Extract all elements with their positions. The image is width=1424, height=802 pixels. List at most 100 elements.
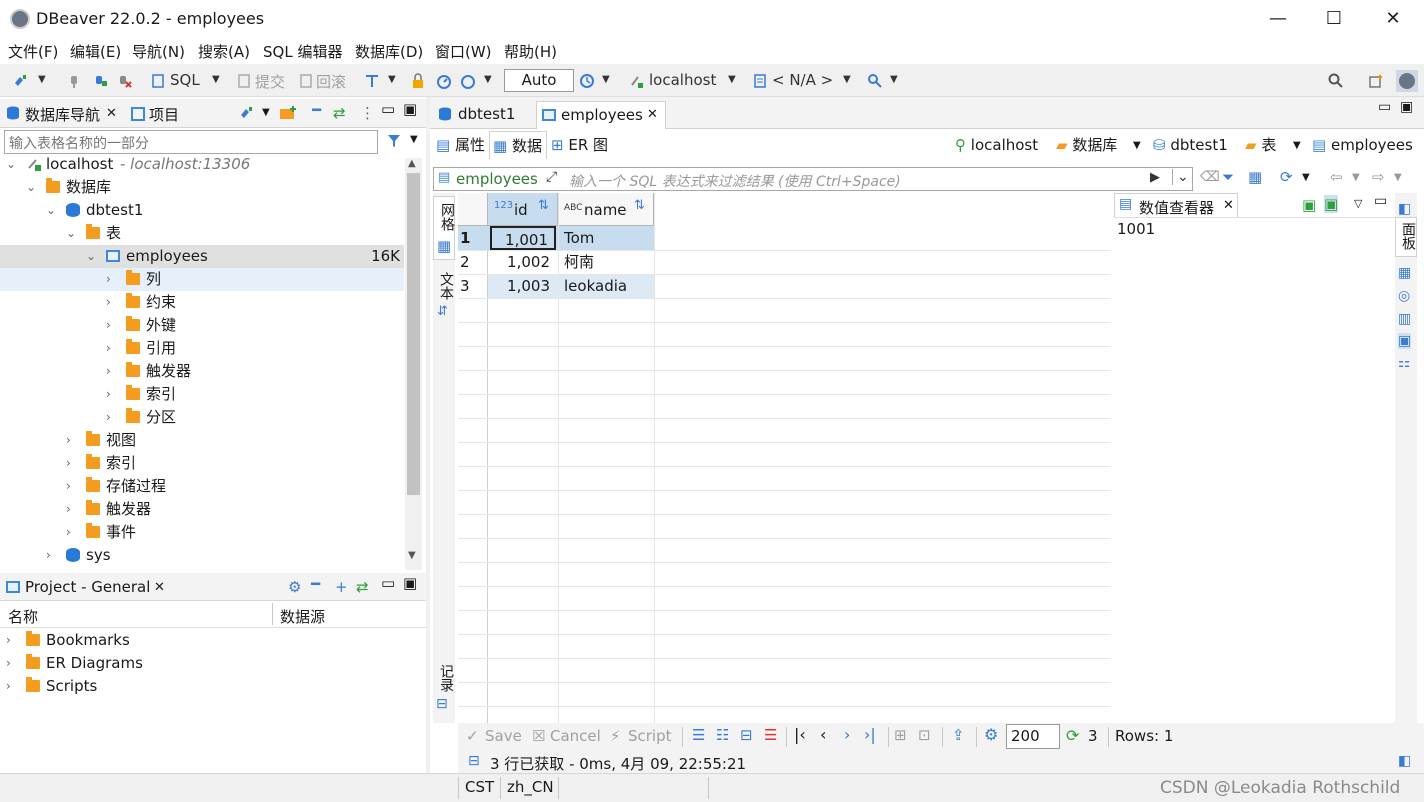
last-page-icon[interactable]: ›| [864, 725, 876, 744]
chevron-right-icon[interactable]: › [106, 383, 120, 406]
grid-panel-icon[interactable]: ▦ [1398, 265, 1411, 281]
tree-node-procedures[interactable]: › 存储过程 [66, 475, 404, 498]
expand-icon[interactable]: + [335, 578, 348, 596]
breadcrumb-tables[interactable]: ▰ 表 [1245, 131, 1276, 159]
sql-editor-icon[interactable] [150, 73, 166, 89]
table-filter-input[interactable]: 输入表格名称的一部分 [4, 130, 378, 154]
subtab-er-diagram[interactable]: ⊞ ER 图 [551, 131, 608, 159]
refresh-mode-icon[interactable]: ⟳ [1280, 168, 1293, 186]
chevron-right-icon[interactable]: › [66, 521, 80, 544]
cell-id[interactable]: 1,001 [490, 226, 556, 250]
new-folder-icon[interactable] [279, 105, 297, 121]
chevron-right-icon[interactable]: › [66, 429, 80, 452]
chevron-down-icon[interactable]: ▼ [1302, 172, 1310, 183]
close-icon[interactable]: ✕ [154, 580, 165, 595]
connect-icon[interactable] [92, 73, 108, 89]
plug-icon[interactable] [66, 73, 82, 89]
filter-icon[interactable] [386, 133, 402, 149]
chevron-right-icon[interactable]: › [106, 406, 120, 429]
chevron-right-icon[interactable]: › [46, 544, 60, 567]
chevron-right-icon[interactable]: › [66, 498, 80, 521]
breadcrumb-dbtest1[interactable]: ⛁ dbtest1 [1153, 131, 1228, 159]
editor-tab-dbtest1[interactable]: dbtest1 [434, 101, 515, 129]
search-icon[interactable] [867, 73, 883, 89]
value-panel-icon[interactable]: ▣ [1398, 333, 1412, 349]
collapse-all-icon[interactable]: ━ [311, 575, 320, 593]
chevron-right-icon[interactable]: › [66, 452, 80, 475]
tree-node-dbtest1[interactable]: ⌄ dbtest1 [46, 199, 404, 222]
dashboard-icon[interactable] [436, 73, 452, 89]
maximize-view-icon[interactable]: ▣ [403, 574, 417, 592]
tab-database-navigator[interactable]: 数据库导航 [25, 104, 100, 125]
menu-search[interactable]: 搜索(A) [198, 41, 250, 62]
global-search-icon[interactable] [1328, 73, 1344, 89]
expand-icon[interactable]: ⤢ [546, 169, 557, 185]
chevron-down-icon[interactable]: ▼ [890, 74, 898, 85]
chevron-down-icon[interactable]: ▼ [388, 74, 396, 85]
minimize-view-icon[interactable]: ▭ [1374, 193, 1387, 209]
add-row-icon[interactable]: ☷ [716, 726, 729, 744]
commit-icon[interactable] [236, 73, 252, 89]
tree-node-employees[interactable]: ⌄ employees 16K [86, 245, 404, 268]
back-icon[interactable]: ⇦ [1330, 168, 1343, 186]
value-viewer-tab[interactable]: ▤ 数值查看器 ✕ [1114, 193, 1238, 217]
row-number[interactable]: 1 [460, 226, 488, 250]
maximize-button[interactable]: ☐ [1311, 0, 1357, 38]
active-schema[interactable]: < N/A > [772, 71, 833, 89]
auto-apply-icon[interactable]: ▣ [1324, 195, 1339, 213]
delete-row-icon[interactable]: ☰ [764, 726, 777, 744]
active-datasource[interactable]: localhost [649, 71, 716, 89]
tree-node-sys[interactable]: › sys [46, 544, 404, 567]
cell-name[interactable]: leokadia [564, 274, 652, 298]
chevron-down-icon[interactable]: ⌄ [6, 153, 20, 176]
chevron-right-icon[interactable]: › [6, 675, 20, 698]
chevron-down-icon[interactable]: ▼ [1352, 172, 1360, 183]
tree-node-foreign-keys[interactable]: › 外键 [106, 314, 404, 337]
next-page-icon[interactable]: › [844, 725, 850, 744]
tree-node-tables[interactable]: ⌄ 表 [66, 222, 404, 245]
chevron-down-icon[interactable]: ▼ [410, 134, 418, 145]
result-filter-bar[interactable]: ▤ employees ⤢ 输入一个 SQL 表达式来过滤结果 (使用 Ctrl… [433, 167, 1193, 191]
tab-projects[interactable]: 项目 [149, 104, 179, 125]
column-header-id[interactable]: 123 id ⇅ [488, 193, 558, 226]
chevron-down-icon[interactable]: ▼ [38, 74, 46, 85]
column-header-datasource[interactable]: 数据源 [280, 606, 325, 627]
sort-filter-icon[interactable]: ⇅ [538, 198, 549, 213]
dbeaver-perspective-icon[interactable] [1396, 70, 1418, 92]
maximize-view-icon[interactable]: ▣ [403, 100, 417, 118]
minimize-editor-icon[interactable]: ▭ [1378, 99, 1391, 115]
filter-icon[interactable]: ⏷ [1222, 168, 1234, 186]
column-separator[interactable] [272, 603, 273, 625]
chevron-down-icon[interactable]: ⌄ [86, 245, 100, 268]
monitor-icon[interactable] [460, 73, 476, 89]
chevron-down-icon[interactable]: ▼ [1394, 172, 1402, 183]
eraser-icon[interactable]: ⌫ [1200, 169, 1220, 185]
panels-tab[interactable]: 面板 [1395, 217, 1417, 257]
chevron-right-icon[interactable]: › [106, 268, 120, 291]
row-number[interactable]: 2 [460, 250, 488, 274]
scroll-up-icon[interactable]: ▲ [408, 158, 416, 169]
tab-project-general[interactable]: Project - General [25, 578, 150, 596]
tree-node-db-triggers[interactable]: › 触发器 [66, 498, 404, 521]
chevron-right-icon[interactable]: › [66, 475, 80, 498]
menu-file[interactable]: 文件(F) [8, 41, 58, 62]
save-button[interactable]: Save [485, 727, 522, 745]
commit-button[interactable]: 提交 [255, 71, 285, 92]
settings-icon[interactable]: ⚙ [288, 578, 301, 596]
first-page-icon[interactable]: |‹ [794, 725, 806, 744]
project-item-er-diagrams[interactable]: › ER Diagrams [6, 652, 406, 675]
vtab-text[interactable]: 文本 ⇵ [433, 270, 455, 326]
tree-scrollbar-thumb[interactable] [407, 173, 420, 495]
history-icon[interactable] [579, 73, 595, 89]
chevron-right-icon[interactable]: › [6, 629, 20, 652]
scroll-down-icon[interactable]: ▼ [408, 550, 416, 561]
filter-history-icon[interactable]: ⌄ [1172, 169, 1189, 185]
panel-toggle-icon[interactable]: ◧ [1398, 753, 1411, 769]
cell-name[interactable]: Tom [564, 226, 652, 250]
project-item-bookmarks[interactable]: › Bookmarks [6, 629, 406, 652]
edit-cell-icon[interactable]: ☰ [692, 726, 705, 744]
chevron-down-icon[interactable]: ▼ [1293, 140, 1301, 151]
chevron-down-icon[interactable]: ▼ [843, 74, 851, 85]
chevron-right-icon[interactable]: › [106, 360, 120, 383]
filter-input[interactable]: 输入一个 SQL 表达式来过滤结果 (使用 Ctrl+Space) [569, 171, 901, 191]
